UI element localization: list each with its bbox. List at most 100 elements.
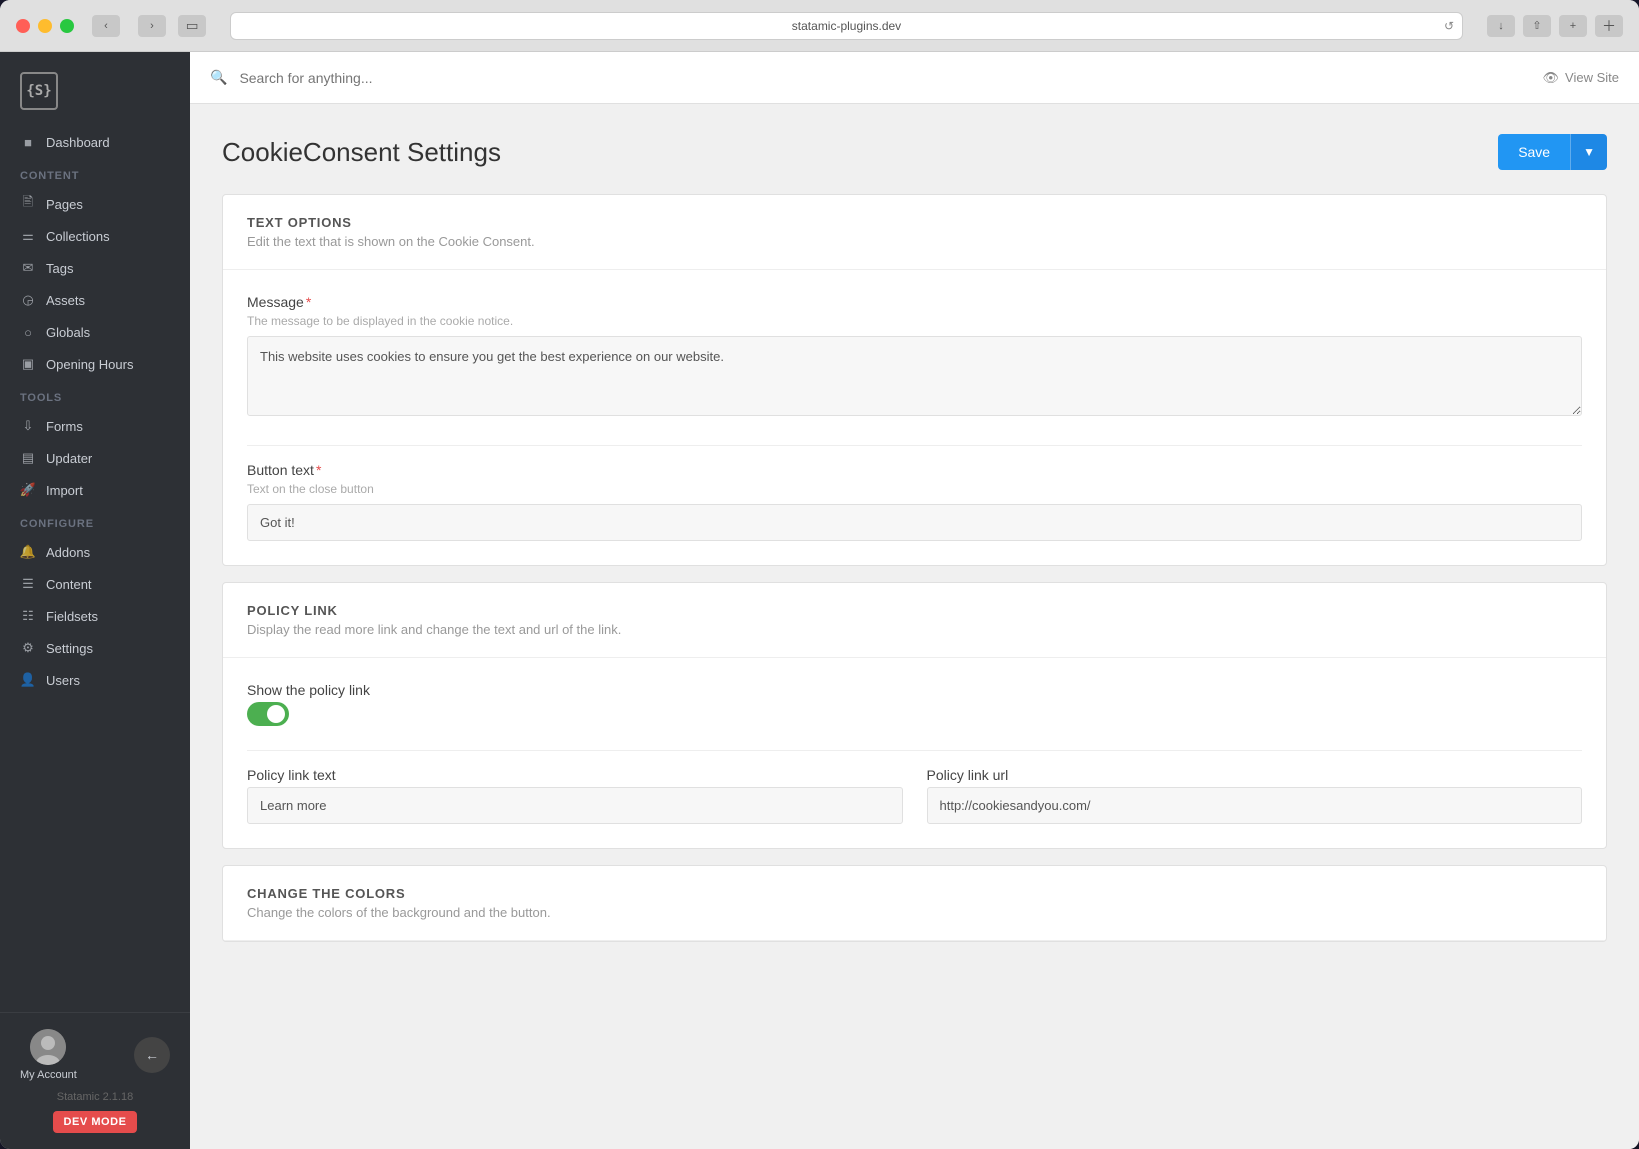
import-icon: 🚀: [20, 482, 36, 498]
policy-link-desc: Display the read more link and change th…: [247, 622, 1582, 637]
sidebar-label-fieldsets: Fieldsets: [46, 609, 98, 624]
save-button[interactable]: Save: [1498, 134, 1570, 170]
sidebar-item-globals[interactable]: ○ Globals: [0, 316, 190, 348]
app-layout: {S} ■ Dashboard CONTENT 🖹 Pages ⚌ Collec…: [0, 52, 1639, 1149]
policy-link-header: POLICY LINK Display the read more link a…: [223, 583, 1606, 658]
search-input[interactable]: [239, 70, 1530, 86]
button-text-input[interactable]: [247, 504, 1582, 541]
url-text: statamic-plugins.dev: [792, 19, 901, 33]
page-title: CookieConsent Settings: [222, 137, 501, 168]
sidebar-item-content[interactable]: ☰ Content: [0, 568, 190, 600]
assets-icon: ◶: [20, 292, 36, 308]
avatar-image: [30, 1029, 66, 1065]
message-label: Message*: [247, 294, 1582, 310]
add-tab-icon[interactable]: ＋: [1595, 15, 1623, 37]
policy-link-columns: Policy link text Policy link url: [247, 767, 1582, 824]
reload-icon[interactable]: ↺: [1444, 19, 1454, 33]
policy-link-text-label: Policy link text: [247, 767, 903, 783]
text-options-card: TEXT OPTIONS Edit the text that is shown…: [222, 194, 1607, 566]
sidebar-item-dashboard[interactable]: ■ Dashboard: [0, 126, 190, 158]
main-content: 🔍 👁 View Site CookieConsent Settings Sav…: [190, 52, 1639, 1149]
sidebar-label-pages: Pages: [46, 197, 83, 212]
divider-2: [247, 750, 1582, 751]
divider: [247, 445, 1582, 446]
pages-icon: 🖹: [20, 196, 36, 212]
maximize-button[interactable]: [60, 19, 74, 33]
sidebar-item-addons[interactable]: 🔔 Addons: [0, 536, 190, 568]
change-colors-header: CHANGE THE COLORS Change the colors of t…: [223, 866, 1606, 941]
dev-mode-button[interactable]: DEV MODE: [53, 1111, 136, 1133]
policy-link-toggle[interactable]: [247, 702, 289, 726]
sidebar-item-tags[interactable]: ✉ Tags: [0, 252, 190, 284]
sidebar-section-content: CONTENT: [0, 158, 190, 188]
change-colors-card: CHANGE THE COLORS Change the colors of t…: [222, 865, 1607, 942]
policy-link-card: POLICY LINK Display the read more link a…: [222, 582, 1607, 849]
sidebar-toggle-button[interactable]: ▭: [178, 15, 206, 37]
share-icon[interactable]: ⇧: [1523, 15, 1551, 37]
sidebar-item-import[interactable]: 🚀 Import: [0, 474, 190, 506]
sidebar-bottom: My Account ← Statamic 2.1.18 DEV MODE: [0, 1012, 190, 1149]
tags-icon: ✉: [20, 260, 36, 276]
view-site-button[interactable]: 👁 View Site: [1543, 70, 1619, 86]
policy-link-url-label: Policy link url: [927, 767, 1583, 783]
opening-hours-icon: ▣: [20, 356, 36, 372]
policy-link-text-input[interactable]: [247, 787, 903, 824]
sidebar-item-forms[interactable]: ⇩ Forms: [0, 410, 190, 442]
user-area[interactable]: My Account: [20, 1029, 77, 1081]
button-text-required: *: [316, 462, 321, 478]
show-policy-link-label: Show the policy link: [247, 682, 1582, 698]
sidebar-label-collections: Collections: [46, 229, 110, 244]
sidebar-item-fieldsets[interactable]: ☷ Fieldsets: [0, 600, 190, 632]
url-bar[interactable]: statamic-plugins.dev ↺: [230, 12, 1463, 40]
sidebar-section-configure: CONFIGURE: [0, 506, 190, 536]
sidebar-label-dashboard: Dashboard: [46, 135, 110, 150]
view-site-label: View Site: [1565, 70, 1619, 85]
close-button[interactable]: [16, 19, 30, 33]
button-text-label: Button text*: [247, 462, 1582, 478]
text-options-title: TEXT OPTIONS: [247, 215, 1582, 230]
sidebar-label-tags: Tags: [46, 261, 73, 276]
page-header: CookieConsent Settings Save ▼: [222, 134, 1607, 170]
dashboard-icon: ■: [20, 134, 36, 150]
eye-icon: 👁: [1543, 70, 1560, 86]
button-text-desc: Text on the close button: [247, 482, 1582, 496]
collections-icon: ⚌: [20, 228, 36, 244]
sidebar-item-collections[interactable]: ⚌ Collections: [0, 220, 190, 252]
sidebar-label-forms: Forms: [46, 419, 83, 434]
logout-button[interactable]: ←: [134, 1037, 170, 1073]
version-label: Statamic 2.1.18: [20, 1091, 170, 1103]
save-button-group: Save ▼: [1498, 134, 1607, 170]
sidebar-item-settings[interactable]: ⚙ Settings: [0, 632, 190, 664]
message-desc: The message to be displayed in the cooki…: [247, 314, 1582, 328]
sidebar-label-assets: Assets: [46, 293, 85, 308]
new-tab-icon[interactable]: +: [1559, 15, 1587, 37]
sidebar-item-updater[interactable]: ▤ Updater: [0, 442, 190, 474]
avatar: [30, 1029, 66, 1065]
downloads-icon[interactable]: ↓: [1487, 15, 1515, 37]
sidebar-item-users[interactable]: 👤 Users: [0, 664, 190, 696]
sidebar-item-assets[interactable]: ◶ Assets: [0, 284, 190, 316]
toggle-slider: [247, 702, 289, 726]
sidebar: {S} ■ Dashboard CONTENT 🖹 Pages ⚌ Collec…: [0, 52, 190, 1149]
message-textarea[interactable]: This website uses cookies to ensure you …: [247, 336, 1582, 416]
text-options-body: Message* The message to be displayed in …: [223, 270, 1606, 565]
back-button[interactable]: ‹: [92, 15, 120, 37]
sidebar-label-opening-hours: Opening Hours: [46, 357, 133, 372]
policy-link-url-input[interactable]: [927, 787, 1583, 824]
sidebar-item-pages[interactable]: 🖹 Pages: [0, 188, 190, 220]
minimize-button[interactable]: [38, 19, 52, 33]
text-options-desc: Edit the text that is shown on the Cooki…: [247, 234, 1582, 249]
sidebar-logo: {S}: [0, 52, 190, 126]
text-options-header: TEXT OPTIONS Edit the text that is shown…: [223, 195, 1606, 270]
save-caret-button[interactable]: ▼: [1570, 134, 1607, 170]
forward-button[interactable]: ›: [138, 15, 166, 37]
sidebar-item-opening-hours[interactable]: ▣ Opening Hours: [0, 348, 190, 380]
search-icon: 🔍: [210, 69, 227, 86]
sidebar-label-content: Content: [46, 577, 92, 592]
logo-box: {S}: [20, 72, 58, 110]
toolbar-right: ↓ ⇧ + ＋: [1487, 15, 1623, 37]
content-icon: ☰: [20, 576, 36, 592]
logout-icon: ←: [145, 1047, 159, 1063]
updater-icon: ▤: [20, 450, 36, 466]
titlebar: ‹ › ▭ statamic-plugins.dev ↺ ↓ ⇧ + ＋: [0, 0, 1639, 52]
